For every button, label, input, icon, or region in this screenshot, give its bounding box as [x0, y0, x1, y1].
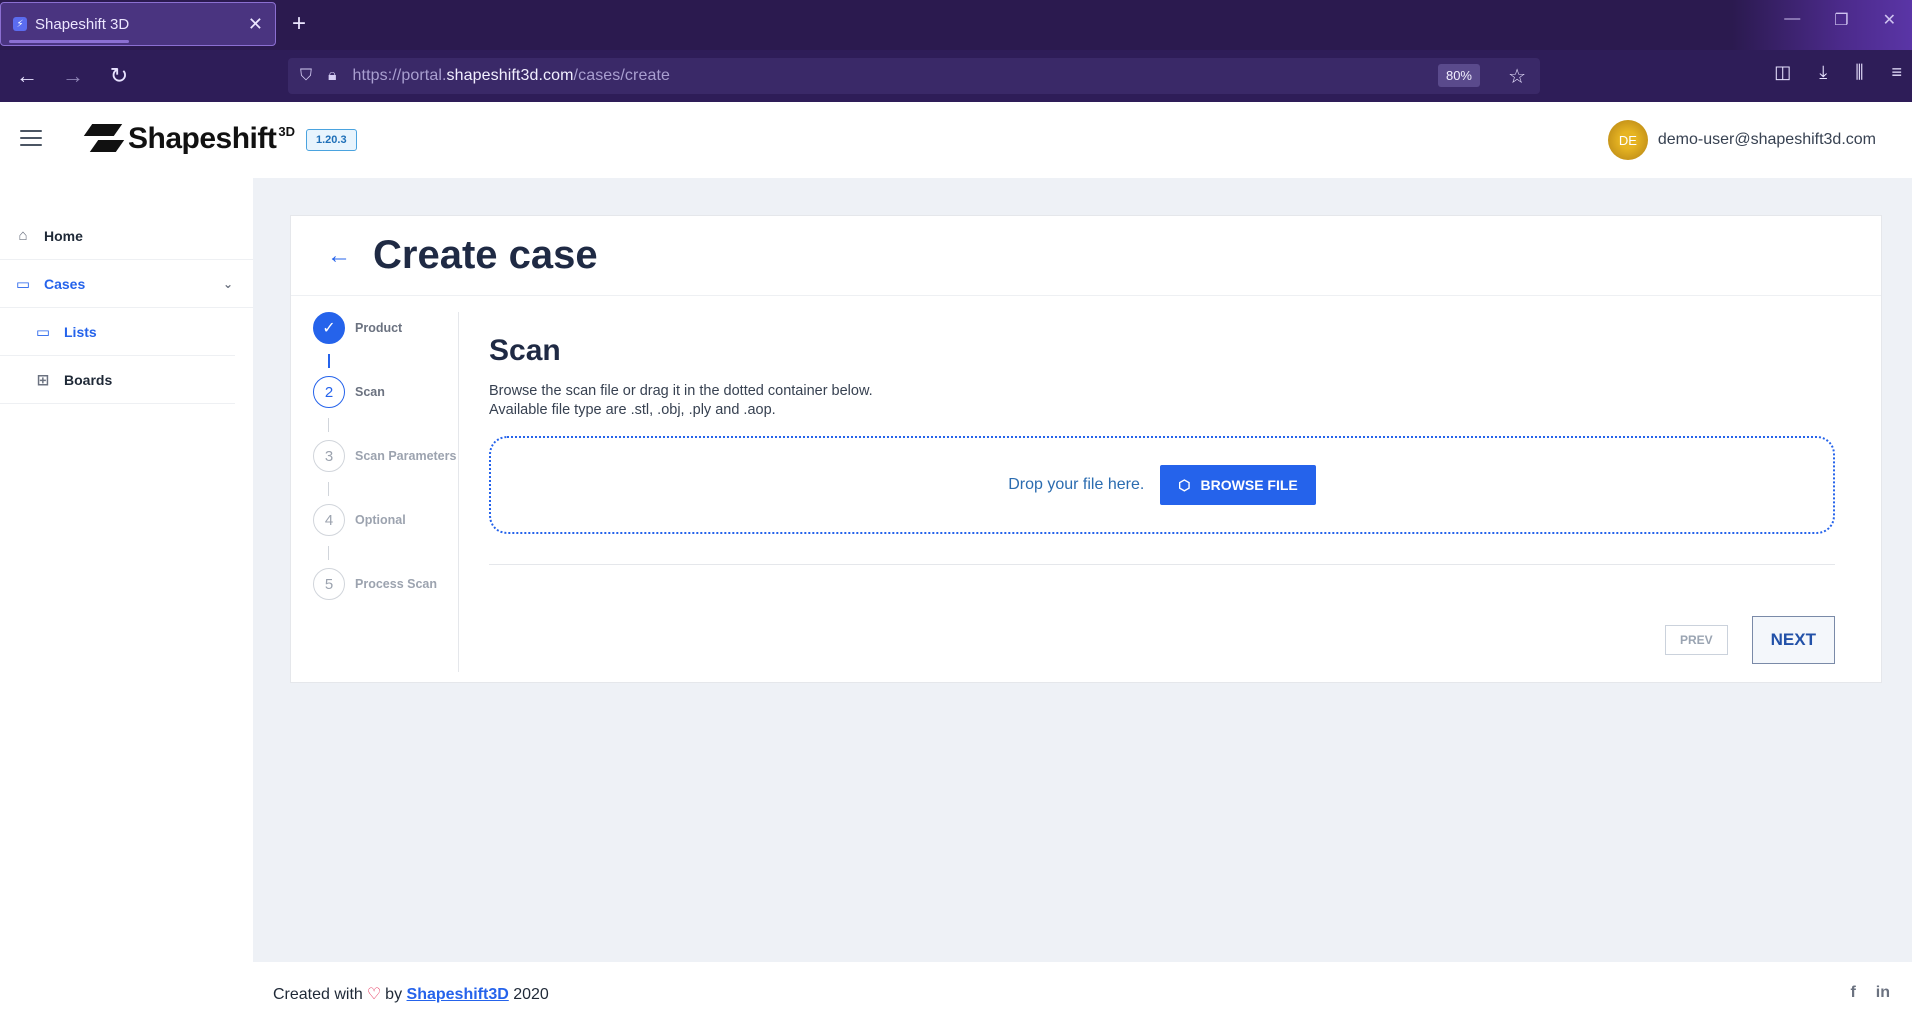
step-scan-parameters[interactable]: 3 Scan Parameters — [313, 440, 456, 472]
window-controls: — ❐ ✕ — [1784, 10, 1896, 30]
stepper: ✓ Product 2 Scan 3 Scan Parameters 4 Opt… — [313, 312, 459, 672]
logo-superscript: 3D — [278, 124, 295, 139]
tab-loading-bar — [9, 40, 129, 43]
menu-icon[interactable]: ≡ — [1891, 62, 1902, 83]
step-number: 2 — [313, 376, 345, 408]
back-icon[interactable]: ← — [4, 63, 50, 89]
shapeshift-link[interactable]: Shapeshift3D — [407, 986, 509, 1003]
sidebar-item-label: Cases — [44, 275, 86, 292]
footer: Created with ♡ by Shapeshift3D 2020 f in — [253, 962, 1912, 1026]
step-number: 4 — [313, 504, 345, 536]
url-text[interactable]: https://portal.shapeshift3d.com/cases/cr… — [353, 67, 670, 85]
browse-file-button[interactable]: ⬡ BROWSE FILE — [1160, 465, 1316, 505]
prev-button[interactable]: PREV — [1664, 625, 1728, 655]
step-product[interactable]: ✓ Product — [313, 312, 402, 344]
file-dropzone[interactable]: Drop your file here. ⬡ BROWSE FILE — [489, 436, 1835, 534]
browser-tab-bar: ⚡ Shapeshift 3D ✕ + — ❐ ✕ — [0, 0, 1912, 50]
section-description-1: Browse the scan file or drag it in the d… — [489, 383, 873, 399]
tab-title: Shapeshift 3D — [35, 15, 130, 33]
shapeshift-favicon-icon: ⚡ — [13, 17, 27, 31]
step-connector — [328, 546, 329, 560]
back-arrow-icon[interactable]: ← — [327, 242, 351, 270]
hamburger-menu-icon[interactable] — [20, 130, 42, 146]
new-tab-icon[interactable]: + — [292, 10, 306, 38]
library-icon[interactable]: ⫼ — [1855, 62, 1863, 83]
facebook-icon[interactable]: f — [1850, 984, 1855, 1002]
step-process-scan[interactable]: 5 Process Scan — [313, 568, 437, 600]
step-connector — [328, 354, 330, 368]
browser-tab[interactable]: ⚡ Shapeshift 3D ✕ — [0, 2, 276, 46]
next-button[interactable]: NEXT — [1751, 616, 1835, 664]
footer-text: Created with ♡ by Shapeshift3D 2020 — [273, 986, 549, 1003]
folder-icon: ▭ — [15, 275, 31, 293]
sidebar-item-boards[interactable]: ⊞ Boards — [0, 356, 235, 404]
section-title: Scan — [489, 334, 561, 367]
step-scan[interactable]: 2 Scan — [313, 376, 385, 408]
create-case-card: ← Create case ✓ Product 2 Scan 3 Scan Pa… — [290, 215, 1882, 683]
divider — [489, 564, 1835, 565]
browse-file-label: BROWSE FILE — [1200, 477, 1298, 493]
home-icon: ⌂ — [18, 227, 28, 244]
social-links: f in — [1850, 984, 1890, 1002]
scan-section: Scan Browse the scan file or drag it in … — [489, 334, 1835, 664]
step-label: Scan — [355, 385, 385, 399]
version-badge: 1.20.3 — [306, 129, 357, 151]
step-optional[interactable]: 4 Optional — [313, 504, 406, 536]
user-menu[interactable]: DE demo-user@shapeshift3d.com — [1607, 120, 1876, 160]
page-title: Create case — [373, 233, 598, 277]
step-number: 5 — [313, 568, 345, 600]
sidebar-item-label: Lists — [64, 323, 97, 340]
bookmark-star-icon[interactable]: ☆ — [1508, 64, 1526, 89]
zoom-level[interactable]: 80% — [1437, 64, 1480, 87]
linkedin-icon[interactable]: in — [1876, 984, 1890, 1002]
board-icon: ⊞ — [36, 371, 50, 389]
pocket-icon[interactable]: ◫ — [1774, 62, 1791, 83]
restore-icon[interactable]: ❐ — [1834, 10, 1848, 30]
forward-icon[interactable]: → — [50, 63, 96, 89]
heart-icon: ♡ — [366, 986, 382, 1003]
drop-text: Drop your file here. — [1008, 476, 1145, 493]
chevron-down-icon[interactable]: ⌄ — [223, 277, 233, 291]
sidebar: ⌂ Home ▭ Cases ⌄ ▭ Lists ⊞ Boards — [0, 178, 253, 1026]
step-label: Product — [355, 321, 403, 335]
app-header: Shapeshift 3D 1.20.3 DE demo-user@shapes… — [0, 102, 1912, 178]
step-number: 3 — [313, 440, 345, 472]
step-nav-buttons: PREV NEXT — [1664, 616, 1835, 664]
sidebar-item-label: Boards — [64, 371, 113, 388]
cube-icon: ⬡ — [1178, 476, 1191, 493]
download-icon[interactable]: ⤓ — [1819, 62, 1827, 83]
card-header: ← Create case — [291, 216, 1881, 296]
sidebar-item-home[interactable]: ⌂ Home — [0, 212, 253, 260]
close-window-icon[interactable]: ✕ — [1883, 10, 1896, 30]
list-icon: ▭ — [35, 323, 51, 341]
logo-text: Shapeshift — [128, 122, 277, 155]
sidebar-item-cases[interactable]: ▭ Cases ⌄ — [0, 260, 253, 308]
sidebar-item-label: Home — [44, 227, 83, 244]
lock-icon[interactable]: 🔒︎ — [328, 67, 337, 85]
check-icon: ✓ — [313, 312, 345, 344]
shapeshift-logo[interactable]: Shapeshift 3D — [88, 122, 295, 156]
reload-icon[interactable]: ↻ — [96, 63, 142, 89]
browser-nav-bar: ← → ↻ ⛉ 🔒︎ https://portal.shapeshift3d.c… — [0, 50, 1912, 102]
section-description-2: Available file type are .stl, .obj, .ply… — [489, 402, 776, 418]
logo-mark-icon — [88, 122, 122, 154]
step-label: Scan Parameters — [355, 449, 457, 463]
main-content: ← Create case ✓ Product 2 Scan 3 Scan Pa… — [253, 178, 1912, 962]
browser-toolbar-right: ◫ ⤓ ⫼ ≡ — [1774, 62, 1902, 83]
close-tab-icon[interactable]: ✕ — [248, 14, 263, 35]
shield-icon[interactable]: ⛉ — [300, 67, 312, 85]
minimize-icon[interactable]: — — [1784, 10, 1800, 30]
avatar[interactable]: DE — [1607, 120, 1648, 160]
sidebar-item-lists[interactable]: ▭ Lists — [0, 308, 235, 356]
address-bar[interactable]: ⛉ 🔒︎ https://portal.shapeshift3d.com/cas… — [288, 58, 1540, 94]
step-label: Optional — [355, 513, 406, 527]
step-label: Process Scan — [355, 577, 437, 591]
step-connector — [328, 418, 329, 432]
step-connector — [328, 482, 329, 496]
user-email[interactable]: demo-user@shapeshift3d.com — [1658, 131, 1876, 149]
